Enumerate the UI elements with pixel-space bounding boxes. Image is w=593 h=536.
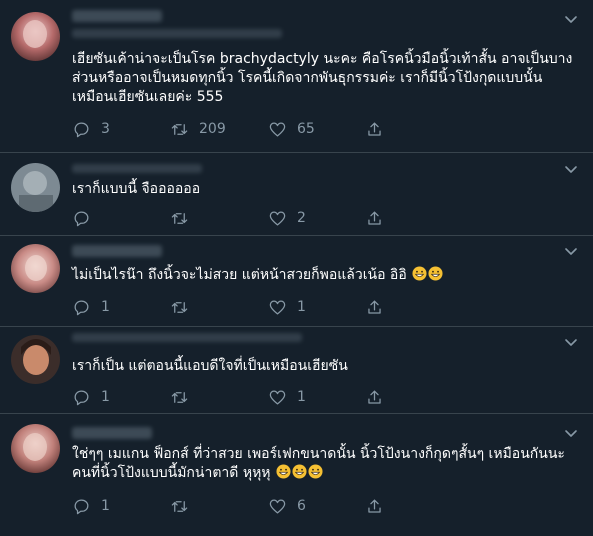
chevron-down-icon[interactable] [561,160,581,180]
tweet-text-line: คนที่นิ้วโป้งแบบนี้มักน่าตาดี หุหุหุ [72,465,271,481]
speech-bubble-icon [74,499,89,514]
tweet-actions: 1 6 [72,496,392,516]
chevron-down-icon[interactable] [561,10,581,30]
like-button[interactable]: 65 [268,119,315,139]
tweet-text: เราก็เป็น แต่ตอนนี้แอบดีใจที่เป็นเหมือนเ… [72,357,563,376]
like-button[interactable]: 2 [268,208,306,228]
reply-button[interactable]: 3 [72,119,110,139]
avatar[interactable] [11,12,60,61]
share-button[interactable] [365,208,384,228]
tweet-text-line: ใช่ๆๆ เมแกน ฟ็อกส์ ที่ว่าสวย เพอร์เฟกขนา… [72,446,565,462]
tweet-text-line: เราก็แบบนี้ จืออออออ [72,181,201,197]
tweet-text: เฮียซันเค้าน่าจะเป็นโรค brachydactyly นะ… [72,50,573,107]
tweet-text-line: เหมือนเฮียซันเลยค่ะ 555 [72,89,224,105]
grinning-face-emoji [428,266,443,281]
reply-count: 3 [101,121,110,137]
tweet-text: ใช่ๆๆ เมแกน ฟ็อกส์ ที่ว่าสวย เพอร์เฟกขนา… [72,445,565,483]
chevron-down-icon[interactable] [561,242,581,262]
retweet-arrows-icon [171,301,188,313]
retweet-button[interactable]: 209 [170,119,226,139]
share-upload-icon [368,390,381,404]
chevron-down-icon[interactable] [561,333,581,353]
reply-tweet[interactable]: ใช่ๆๆ เมแกน ฟ็อกส์ ที่ว่าสวย เพอร์เฟกขนา… [0,414,593,536]
retweet-arrows-icon [171,212,188,224]
reply-count: 1 [101,498,110,514]
like-button[interactable]: 6 [268,496,306,516]
share-button[interactable] [365,387,384,407]
grinning-face-emoji [276,464,291,479]
retweet-arrows-icon [171,391,188,403]
replying-to-redacted [72,29,282,38]
tweet-actions: 1 1 [72,387,392,407]
author-name-redacted [72,427,152,439]
tweet-actions: 3 209 65 [72,119,392,139]
retweet-button[interactable] [170,208,199,228]
avatar[interactable] [11,163,60,212]
like-count: 2 [297,210,306,226]
tweet-text-line: เราก็เป็น แต่ตอนนี้แอบดีใจที่เป็นเหมือนเ… [72,358,348,374]
like-count: 6 [297,498,306,514]
retweet-arrows-icon [171,500,188,512]
author-name-redacted [72,245,162,257]
speech-bubble-icon [74,122,89,137]
retweet-arrows-icon [171,123,188,135]
reply-count: 1 [101,389,110,405]
like-button[interactable]: 1 [268,297,306,317]
reply-button[interactable]: 1 [72,387,110,407]
reply-tweet[interactable]: เราก็แบบนี้ จืออออออ 2 [0,153,593,236]
retweet-button[interactable] [170,387,199,407]
avatar[interactable] [11,424,60,473]
reply-tweet[interactable]: เราก็เป็น แต่ตอนนี้แอบดีใจที่เป็นเหมือนเ… [0,327,593,414]
tweet-text: ไม่เป็นไรน๊า ถึงนิ้วจะไม่สวย แต่หน้าสวยก… [72,266,563,285]
speech-bubble-icon [74,300,89,315]
reply-tweet[interactable]: ไม่เป็นไรน๊า ถึงนิ้วจะไม่สวย แต่หน้าสวยก… [0,236,593,327]
tweet-text-line: ส่วนหรืออาจเป็นหมดทุกนิ้ว โรคนี้เกิดจากพ… [72,70,543,86]
grinning-face-emoji [308,464,323,479]
heart-outline-icon [269,300,286,314]
author-name-redacted [72,333,302,342]
author-name-redacted [72,164,202,173]
share-upload-icon [368,499,381,513]
grinning-face-emoji [412,266,427,281]
reply-button[interactable]: 1 [72,496,110,516]
retweet-button[interactable] [170,297,199,317]
chevron-down-icon[interactable] [561,424,581,444]
like-button[interactable]: 1 [268,387,306,407]
retweet-count: 209 [199,121,226,137]
heart-outline-icon [269,390,286,404]
heart-outline-icon [269,122,286,136]
like-count: 1 [297,389,306,405]
reply-button[interactable] [72,208,101,228]
tweet-actions: 1 1 [72,297,392,317]
avatar[interactable] [11,244,60,293]
share-upload-icon [368,122,381,136]
share-upload-icon [368,300,381,314]
speech-bubble-icon [74,211,89,226]
like-count: 1 [297,299,306,315]
author-name-redacted [72,10,162,22]
tweet-text: เราก็แบบนี้ จืออออออ [72,180,563,199]
heart-outline-icon [269,211,286,225]
avatar[interactable] [11,335,60,384]
grinning-face-emoji [292,464,307,479]
speech-bubble-icon [74,390,89,405]
retweet-button[interactable] [170,496,199,516]
reply-count: 1 [101,299,110,315]
share-upload-icon [368,211,381,225]
like-count: 65 [297,121,315,137]
reply-tweet[interactable]: เฮียซันเค้าน่าจะเป็นโรค brachydactyly นะ… [0,0,593,153]
share-button[interactable] [365,119,384,139]
heart-outline-icon [269,499,286,513]
tweet-text-line: ไม่เป็นไรน๊า ถึงนิ้วจะไม่สวย แต่หน้าสวยก… [72,267,407,283]
share-button[interactable] [365,297,384,317]
tweet-text-line: เฮียซันเค้าน่าจะเป็นโรค brachydactyly นะ… [72,51,573,67]
share-button[interactable] [365,496,384,516]
reply-button[interactable]: 1 [72,297,110,317]
tweet-actions: 2 [72,208,392,228]
